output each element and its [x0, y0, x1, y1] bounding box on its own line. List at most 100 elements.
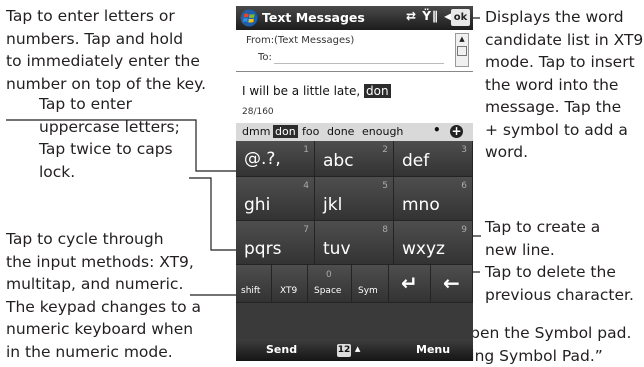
character-counter: 28/160: [242, 107, 274, 117]
to-field[interactable]: [274, 63, 444, 64]
candidate-word-selected[interactable]: don: [273, 125, 298, 138]
key-4-ghi[interactable]: ghi 4: [236, 177, 315, 221]
callout-line: the word into the: [485, 74, 643, 97]
callout-line: uppercase letters;: [39, 116, 180, 139]
scrollbar[interactable]: ▲: [455, 33, 469, 67]
key-number: 7: [303, 225, 309, 235]
callout-line: Displays the word: [485, 6, 643, 29]
callout-line: message. Tap the: [485, 96, 643, 119]
to-label: To:: [258, 52, 272, 63]
message-highlighted-word: don: [364, 84, 391, 98]
from-label: From:: [246, 35, 274, 46]
callout-line: Tap to cycle through: [6, 228, 201, 251]
callout-line: to immediately enter the: [6, 50, 206, 73]
scroll-up-icon[interactable]: ▲: [456, 34, 468, 44]
callout-line: Tap to create a: [485, 216, 600, 239]
callout-line: + symbol to add a: [485, 119, 643, 142]
symbol-key[interactable]: Sym: [352, 265, 389, 303]
xt9-keypad: @.?, 1 abc 2 def 3 ghi 4 jkl 5 mno 6 pqr…: [236, 141, 473, 339]
callout-new-line: Tap to create a new line.: [485, 216, 600, 261]
scroll-thumb[interactable]: [457, 46, 467, 56]
key-label: abc: [323, 151, 354, 171]
callout-line: previous character.: [485, 284, 634, 307]
key-3-def[interactable]: def 3: [394, 141, 473, 177]
shift-key[interactable]: shift: [236, 265, 272, 303]
callout-line: new line.: [485, 239, 600, 262]
key-1-symbols[interactable]: @.?, 1: [236, 141, 315, 177]
backspace-icon: ←: [443, 271, 460, 295]
input-method-selector[interactable]: 12 ▴: [337, 342, 360, 357]
callout-line: Tap twice to caps: [39, 138, 180, 161]
softkey-bar: Send 12 ▴ Menu: [236, 339, 473, 361]
key-number: 5: [382, 181, 388, 191]
callout-line: The keypad changes to a: [6, 296, 201, 319]
key-label: tuv: [323, 239, 351, 259]
callout-line: mode. Tap to insert: [485, 51, 643, 74]
input-method-icon: 12: [337, 344, 351, 357]
candidate-word[interactable]: done: [327, 125, 354, 138]
callout-line: numbers. Tap and hold: [6, 28, 206, 51]
key-label: XT9: [280, 286, 297, 296]
key-label: @.?,: [244, 149, 281, 169]
callout-candidate-list: Displays the word candidate list in XT9 …: [485, 6, 643, 164]
callout-line: word.: [485, 141, 643, 164]
candidate-word[interactable]: enough: [362, 125, 403, 138]
divider: [236, 71, 473, 72]
key-number: 2: [382, 145, 388, 155]
key-label: pqrs: [244, 239, 281, 259]
key-number: 8: [382, 225, 388, 235]
enter-icon: ↵: [401, 271, 418, 295]
key-number: 6: [461, 181, 467, 191]
key-label: def: [402, 151, 429, 171]
key-5-jkl[interactable]: jkl 5: [315, 177, 394, 221]
key-label: shift: [241, 286, 260, 296]
key-7-pqrs[interactable]: pqrs 7: [236, 221, 315, 265]
key-2-abc[interactable]: abc 2: [315, 141, 394, 177]
candidate-list-bar: dmm don foo done enough • +: [236, 123, 473, 141]
key-number: 9: [461, 225, 467, 235]
callout-uppercase: Tap to enter uppercase letters; Tap twic…: [39, 93, 180, 183]
space-key[interactable]: 0 Space: [308, 265, 352, 303]
candidate-word[interactable]: foo: [302, 125, 319, 138]
windows-start-icon[interactable]: [240, 9, 258, 27]
key-number: 1: [303, 145, 309, 155]
callout-line: Tap to enter: [39, 93, 180, 116]
ok-button[interactable]: ok: [451, 9, 470, 26]
message-body[interactable]: I will be a little late, don: [242, 84, 391, 98]
from-value[interactable]: (Text Messages): [274, 35, 354, 46]
callout-enter-letters: Tap to enter letters or numbers. Tap and…: [6, 5, 206, 95]
key-number: 4: [303, 181, 309, 191]
candidate-word[interactable]: dmm: [242, 125, 270, 138]
key-6-mno[interactable]: mno 6: [394, 177, 473, 221]
more-candidates-icon[interactable]: •: [433, 123, 441, 137]
add-word-icon[interactable]: +: [450, 125, 463, 138]
callout-line: in the numeric mode.: [6, 341, 201, 364]
key-label: Space: [314, 286, 341, 296]
message-compose-area: From: (Text Messages) To: ▲ I will be a …: [236, 30, 473, 123]
send-softkey[interactable]: Send: [266, 343, 297, 356]
menu-softkey[interactable]: Menu: [416, 343, 450, 356]
callout-line: Tap to delete the: [485, 261, 634, 284]
enter-key[interactable]: ↵: [389, 265, 431, 303]
backspace-key[interactable]: ←: [431, 265, 473, 303]
input-method-arrow-icon: ▴: [355, 342, 361, 355]
phone-screen: Text Messages ⇄ Ÿ∥ ◀‹ ok From: (Text Mes…: [236, 6, 473, 361]
title-bar: Text Messages ⇄ Ÿ∥ ◀‹ ok: [236, 6, 473, 30]
key-9-wxyz[interactable]: wxyz 9: [394, 221, 473, 265]
message-text: I will be a little late,: [242, 84, 364, 98]
key-number: 0: [326, 270, 332, 280]
callout-line: number on top of the key.: [6, 73, 206, 96]
key-label: Sym: [358, 286, 378, 296]
key-number: 3: [461, 145, 467, 155]
key-8-tuv[interactable]: tuv 8: [315, 221, 394, 265]
callout-line: lock.: [39, 161, 180, 184]
callout-line: numeric keyboard when: [6, 318, 201, 341]
callout-line: candidate list in XT9: [485, 29, 643, 52]
key-label: ghi: [244, 195, 270, 215]
app-title: Text Messages: [262, 10, 365, 25]
callout-line: the input methods: XT9,: [6, 251, 201, 274]
callout-delete: Tap to delete the previous character.: [485, 261, 634, 306]
xt9-mode-key[interactable]: XT9: [272, 265, 308, 303]
callout-cycle-input: Tap to cycle through the input methods: …: [6, 228, 201, 363]
key-label: mno: [402, 195, 440, 215]
